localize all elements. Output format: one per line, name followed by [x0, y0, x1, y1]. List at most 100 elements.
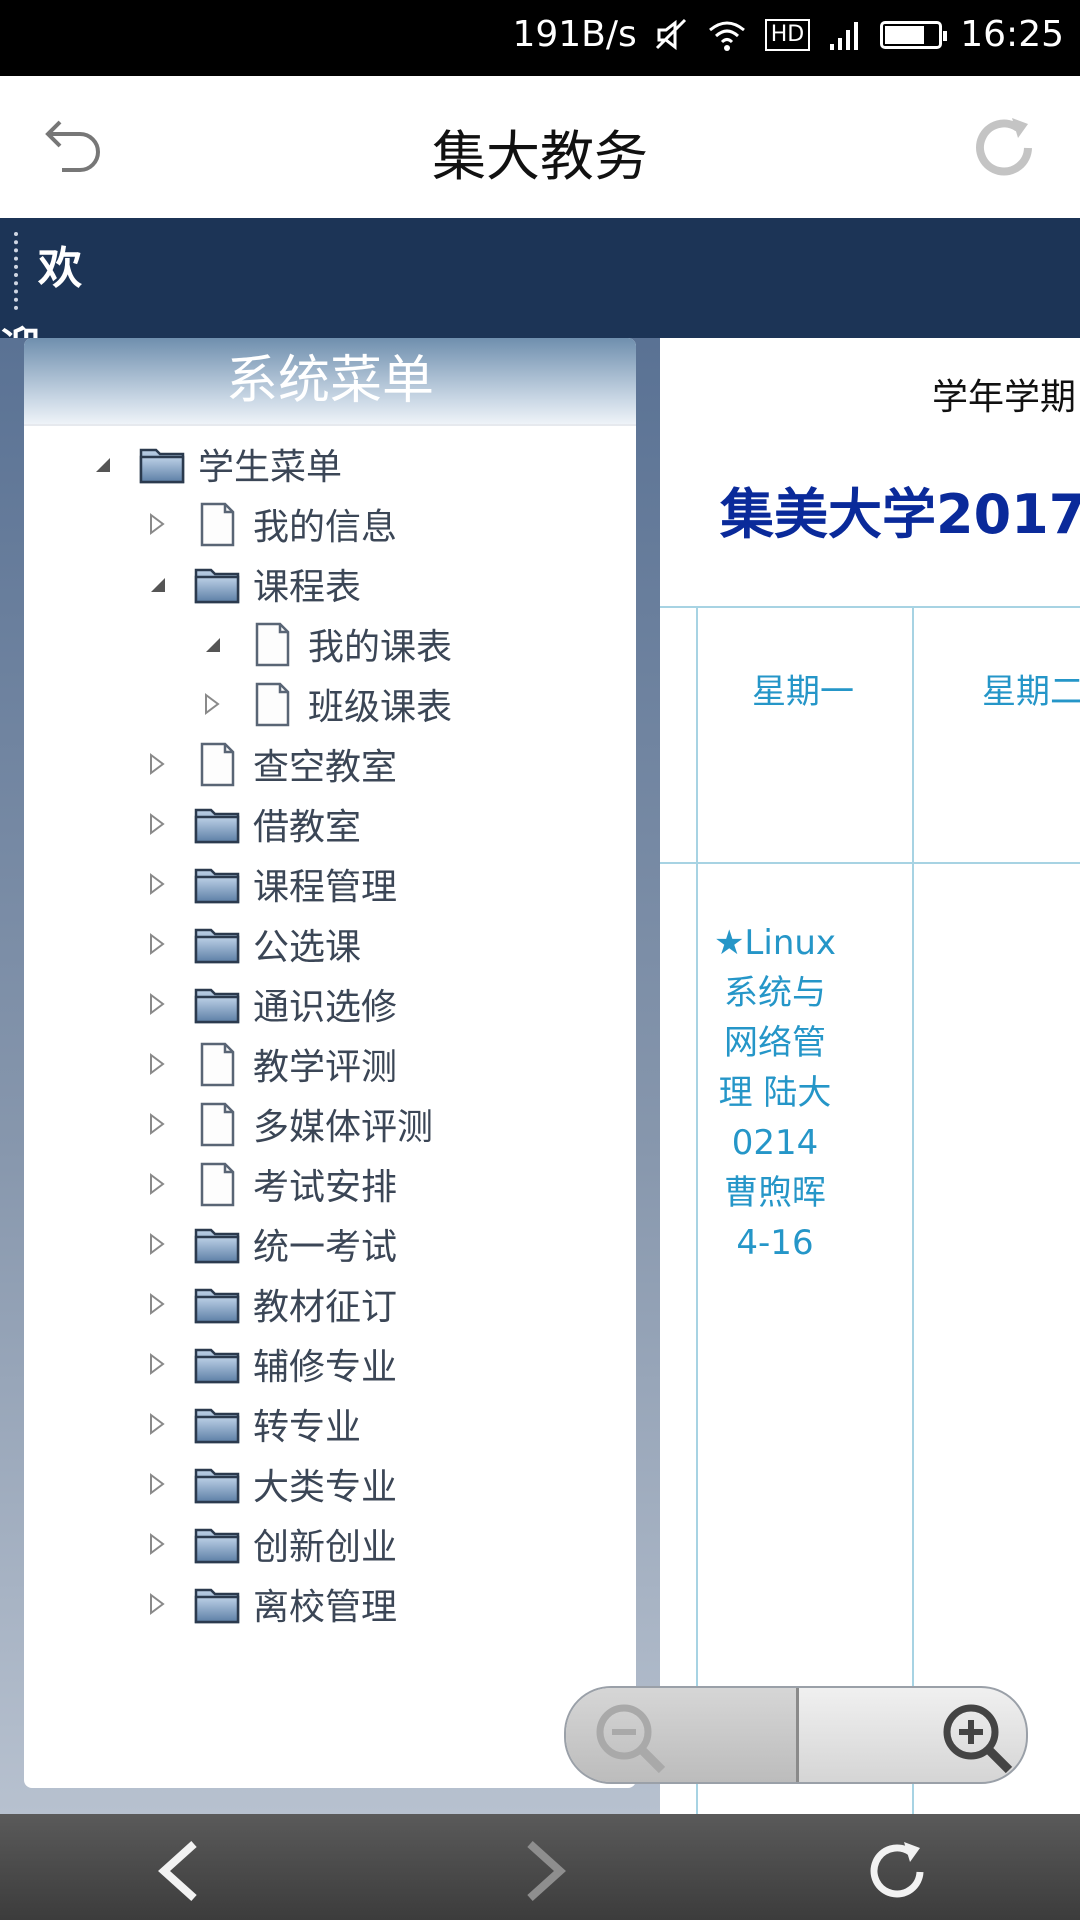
file-icon [193, 1040, 241, 1088]
collapsed-triangle-icon[interactable] [143, 1050, 171, 1078]
menu-item[interactable]: 创新创业 [143, 1518, 397, 1570]
signal-icon [828, 18, 862, 52]
collapsed-triangle-icon[interactable] [143, 1530, 171, 1558]
menu-item-label: 转专业 [253, 1407, 362, 1448]
menu-item-label: 课程管理 [253, 867, 398, 908]
folder-icon [193, 980, 241, 1028]
file-icon [193, 1160, 241, 1208]
bottom-nav-bar [0, 1814, 1080, 1920]
collapsed-triangle-icon[interactable] [143, 1110, 171, 1138]
menu-item[interactable]: 教学评测 [143, 1038, 397, 1090]
expanded-triangle-icon[interactable] [198, 630, 226, 658]
folder-icon [193, 1580, 241, 1628]
collapsed-triangle-icon[interactable] [143, 1410, 171, 1438]
collapsed-triangle-icon[interactable] [143, 870, 171, 898]
collapsed-triangle-icon[interactable] [143, 1470, 171, 1498]
collapsed-triangle-icon[interactable] [143, 1590, 171, 1618]
collapsed-triangle-icon[interactable] [198, 690, 226, 718]
zoom-in-button[interactable] [799, 1688, 1026, 1782]
menu-item[interactable]: 课程表 [143, 558, 361, 610]
folder-icon [193, 1280, 241, 1328]
menu-item-label: 查空教室 [253, 747, 398, 788]
menu-item-label: 创新创业 [253, 1527, 398, 1568]
menu-item[interactable]: 多媒体评测 [143, 1098, 433, 1150]
grid-line [696, 608, 698, 1814]
zoom-out-button[interactable] [566, 1688, 799, 1782]
zoom-in-icon [943, 1704, 1013, 1774]
grid-line [912, 608, 914, 1814]
menu-item[interactable]: 辅修专业 [143, 1338, 397, 1390]
collapsed-triangle-icon[interactable] [143, 1350, 171, 1378]
grid-line [660, 862, 1080, 864]
folder-icon [138, 440, 186, 488]
zoom-out-icon [596, 1704, 666, 1774]
menu-item[interactable]: 大类专业 [143, 1458, 397, 1510]
collapsed-triangle-icon[interactable] [143, 1170, 171, 1198]
course-cell[interactable]: ★Linux 系统与 网络管 理 陆大 0214 曹煦晖 4-16 [700, 918, 850, 1268]
menu-item[interactable]: 公选课 [143, 918, 361, 970]
main-area: 系统菜单 学生菜单我的信息课程表我的课表班级课表查空教室借教室课程管理公选课通识… [0, 338, 1080, 1814]
wifi-icon [707, 18, 747, 52]
menu-item[interactable]: 考试安排 [143, 1158, 397, 1210]
timetable-pane: 学年学期 集美大学2017- 星期一 星期二 ★Linux 系统与 网络管 理 … [660, 338, 1080, 1814]
browser-reload-button[interactable] [862, 1836, 932, 1906]
folder-icon [193, 560, 241, 608]
folder-icon [193, 800, 241, 848]
menu-item-label: 多媒体评测 [253, 1107, 434, 1148]
menu-item-label: 我的课表 [308, 627, 453, 668]
collapsed-triangle-icon[interactable] [143, 810, 171, 838]
zoom-controls [564, 1686, 1028, 1784]
menu-item-label: 统一考试 [253, 1227, 398, 1268]
menu-header: 系统菜单 [24, 338, 636, 426]
menu-item-label: 大类专业 [253, 1467, 398, 1508]
page-title: 集大教务 [432, 125, 648, 188]
course-line: ★Linux [713, 923, 837, 963]
menu-item-label: 离校管理 [253, 1587, 398, 1628]
course-line: 网络管 [724, 1023, 826, 1063]
reload-icon [870, 1842, 924, 1898]
file-icon [248, 680, 296, 728]
collapsed-triangle-icon[interactable] [143, 1290, 171, 1318]
collapsed-triangle-icon[interactable] [143, 990, 171, 1018]
expanded-triangle-icon[interactable] [88, 450, 116, 478]
file-icon [193, 1100, 241, 1148]
expanded-triangle-icon[interactable] [143, 570, 171, 598]
menu-item[interactable]: 学生菜单 [88, 438, 342, 490]
collapsed-triangle-icon[interactable] [143, 750, 171, 778]
collapsed-triangle-icon[interactable] [143, 1230, 171, 1258]
menu-item-label: 班级课表 [308, 687, 453, 728]
menu-item-label: 辅修专业 [253, 1347, 398, 1388]
welcome-text: 欢 [38, 243, 82, 294]
file-icon [248, 620, 296, 668]
folder-icon [193, 1460, 241, 1508]
course-line: 系统与 [724, 973, 826, 1013]
drag-handle[interactable] [14, 232, 24, 310]
timetable-title: 集美大学2017- [720, 483, 1080, 546]
menu-item-label: 教学评测 [253, 1047, 398, 1088]
chevron-left-icon [158, 1841, 197, 1901]
term-label: 学年学期 [932, 377, 1077, 418]
menu-item[interactable]: 通识选修 [143, 978, 397, 1030]
course-line: 4-16 [736, 1223, 814, 1263]
menu-item[interactable]: 转专业 [143, 1398, 361, 1450]
refresh-button[interactable] [968, 112, 1040, 184]
menu-item[interactable]: 我的课表 [198, 618, 452, 670]
collapsed-triangle-icon[interactable] [143, 930, 171, 958]
browser-forward-button[interactable] [508, 1836, 578, 1906]
menu-item-label: 公选课 [253, 927, 362, 968]
menu-item[interactable]: 教材征订 [143, 1278, 397, 1330]
menu-item[interactable]: 班级课表 [198, 678, 452, 730]
collapsed-triangle-icon[interactable] [143, 510, 171, 538]
menu-item[interactable]: 离校管理 [143, 1578, 397, 1630]
folder-icon [193, 1340, 241, 1388]
menu-item[interactable]: 查空教室 [143, 738, 397, 790]
menu-item[interactable]: 课程管理 [143, 858, 397, 910]
menu-item[interactable]: 统一考试 [143, 1218, 397, 1270]
menu-item[interactable]: 借教室 [143, 798, 361, 850]
menu-item-label: 我的信息 [253, 507, 398, 548]
menu-item[interactable]: 我的信息 [143, 498, 397, 550]
file-icon [193, 500, 241, 548]
chevron-right-icon [527, 1841, 566, 1901]
browser-back-button[interactable] [146, 1836, 216, 1906]
welcome-text-2: 迎: [0, 314, 56, 338]
